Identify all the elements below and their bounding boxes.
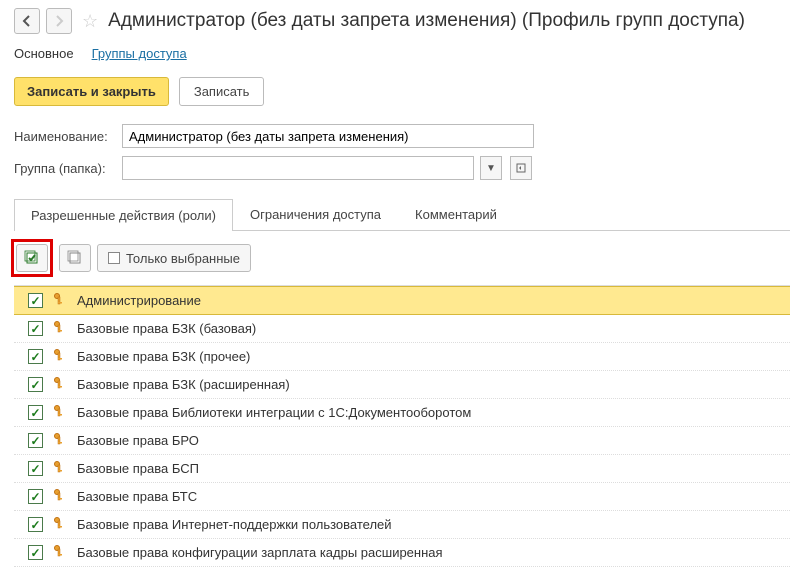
role-row[interactable]: ✓ Базовые права БРО	[14, 427, 790, 455]
group-dropdown-button[interactable]: ▼	[480, 156, 502, 180]
page-title: Администратор (без даты запрета изменени…	[108, 10, 745, 32]
tab-roles[interactable]: Разрешенные действия (роли)	[14, 199, 233, 231]
save-and-close-button[interactable]: Записать и закрыть	[14, 77, 169, 106]
tab-restrictions[interactable]: Ограничения доступа	[233, 198, 398, 230]
role-label: Базовые права БРО	[77, 433, 199, 448]
check-all-button[interactable]	[16, 244, 48, 272]
role-row[interactable]: ✓ Базовые права БТС	[14, 483, 790, 511]
role-row[interactable]: ✓ Базовые права БЗК (базовая)	[14, 315, 790, 343]
role-row[interactable]: ✓ Базовые права БСП	[14, 455, 790, 483]
subnav-groups[interactable]: Группы доступа	[92, 46, 187, 61]
key-icon	[53, 292, 67, 309]
role-checkbox[interactable]: ✓	[28, 545, 43, 560]
key-icon	[53, 488, 67, 505]
role-label: Базовые права БТС	[77, 489, 197, 504]
role-row[interactable]: ✓ Базовые права Интернет-поддержки пользо…	[14, 511, 790, 539]
role-checkbox[interactable]: ✓	[28, 489, 43, 504]
role-checkbox[interactable]: ✓	[28, 321, 43, 336]
role-label: Базовые права БЗК (базовая)	[77, 321, 256, 336]
save-button[interactable]: Записать	[179, 77, 265, 106]
key-icon	[53, 460, 67, 477]
key-icon	[53, 432, 67, 449]
role-label: Базовые права БЗК (расширенная)	[77, 377, 290, 392]
role-row[interactable]: ✓ Администрирование	[14, 286, 790, 315]
role-label: Администрирование	[77, 293, 201, 308]
only-selected-label: Только выбранные	[126, 251, 240, 266]
role-checkbox[interactable]: ✓	[28, 405, 43, 420]
role-row[interactable]: ✓ Базовые права Библиотеки интеграции с 1…	[14, 399, 790, 427]
key-icon	[53, 376, 67, 393]
role-checkbox[interactable]: ✓	[28, 517, 43, 532]
group-input[interactable]	[122, 156, 474, 180]
key-icon	[53, 320, 67, 337]
forward-button[interactable]	[46, 8, 72, 34]
role-checkbox[interactable]: ✓	[28, 433, 43, 448]
subnav-main[interactable]: Основное	[14, 46, 74, 61]
back-button[interactable]	[14, 8, 40, 34]
role-checkbox[interactable]: ✓	[28, 377, 43, 392]
key-icon	[53, 348, 67, 365]
role-checkbox[interactable]: ✓	[28, 349, 43, 364]
name-input[interactable]	[122, 124, 534, 148]
checkbox-icon	[108, 252, 120, 264]
tab-comment[interactable]: Комментарий	[398, 198, 514, 230]
role-checkbox[interactable]: ✓	[28, 461, 43, 476]
role-label: Базовые права Интернет-поддержки пользов…	[77, 517, 392, 532]
key-icon	[53, 544, 67, 561]
role-label: Базовые права БСП	[77, 461, 199, 476]
key-icon	[53, 404, 67, 421]
highlight-check-all	[11, 239, 53, 277]
uncheck-all-button[interactable]	[59, 244, 91, 272]
role-row[interactable]: ✓ Базовые права БЗК (прочее)	[14, 343, 790, 371]
favorite-icon[interactable]: ☆	[82, 11, 98, 32]
role-row[interactable]: ✓ Базовые права БЗК (расширенная)	[14, 371, 790, 399]
role-label: Базовые права конфигурации зарплата кадр…	[77, 545, 443, 560]
role-checkbox[interactable]: ✓	[28, 293, 43, 308]
roles-list: ✓ Администрирование ✓ Базовые права БЗК (ба…	[14, 285, 790, 567]
name-label: Наименование:	[14, 129, 116, 144]
only-selected-button[interactable]: Только выбранные	[97, 244, 251, 272]
group-open-button[interactable]	[510, 156, 532, 180]
key-icon	[53, 516, 67, 533]
role-label: Базовые права Библиотеки интеграции с 1С…	[77, 405, 471, 420]
group-label: Группа (папка):	[14, 161, 116, 176]
role-label: Базовые права БЗК (прочее)	[77, 349, 250, 364]
